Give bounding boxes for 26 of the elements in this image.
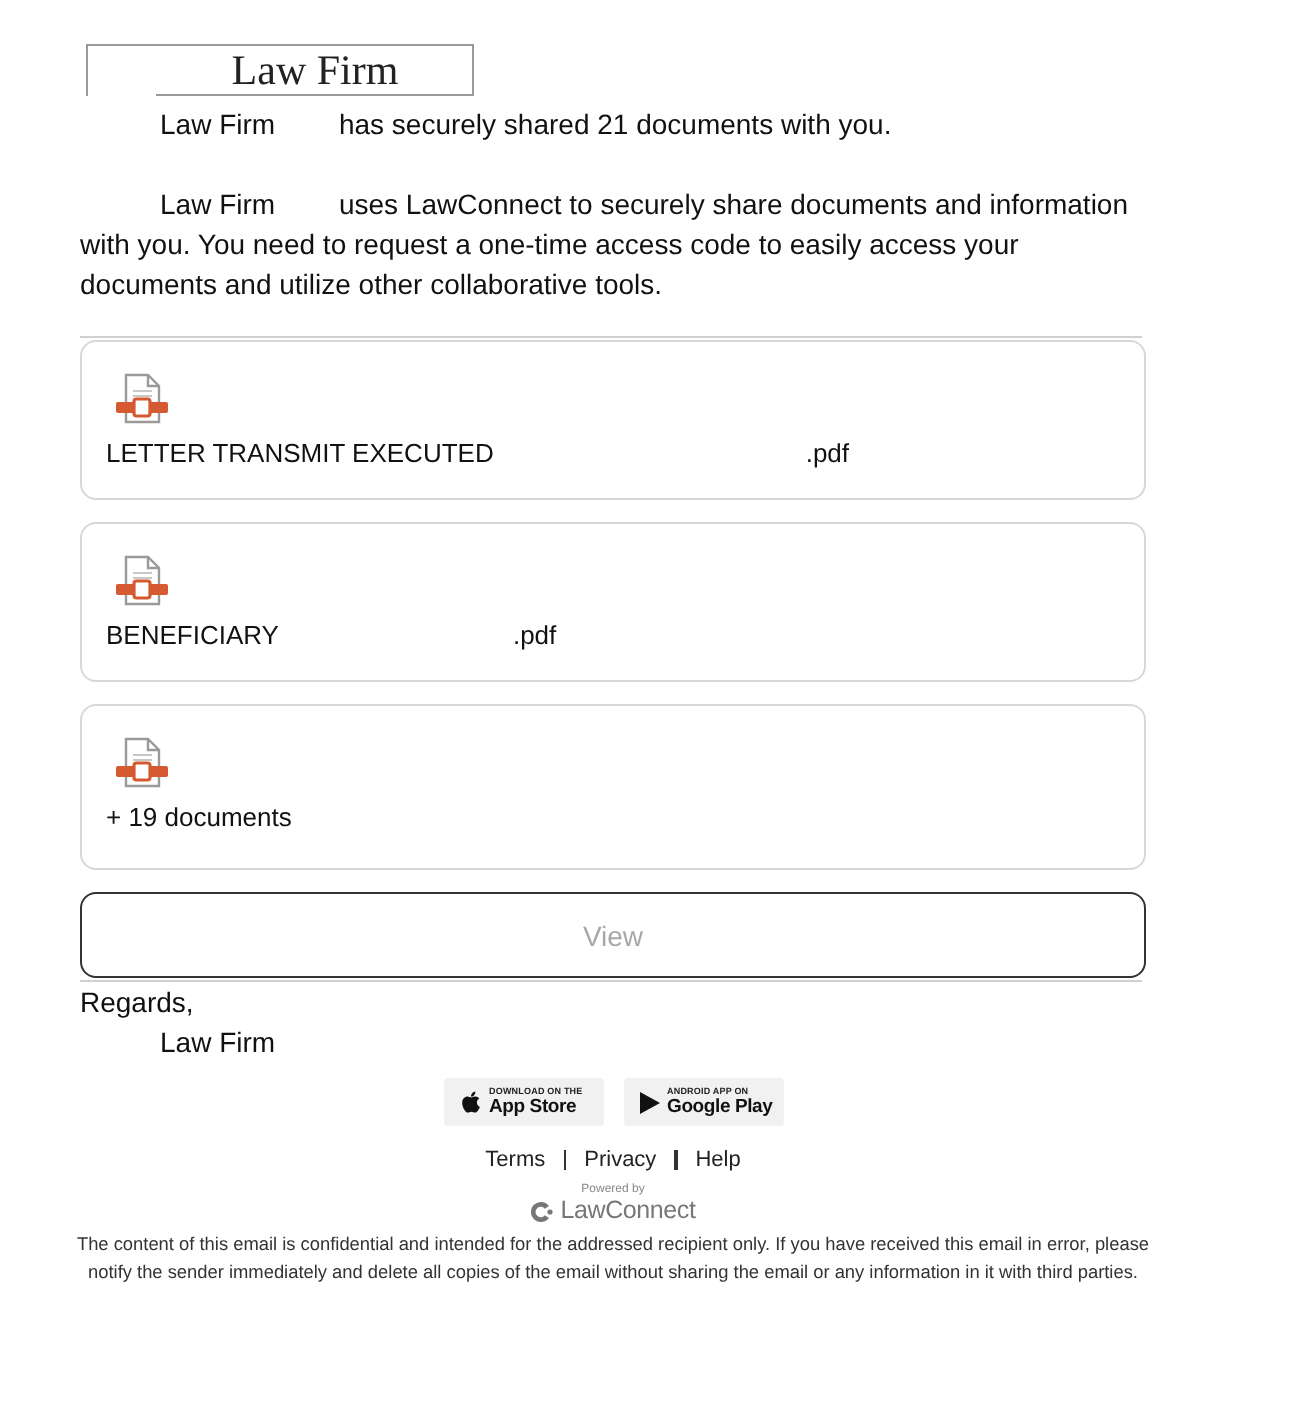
- file-name: BENEFICIARY: [106, 618, 279, 654]
- disclaimer-text: The content of this email is confidential and intended for the addressed recipient only. If you have received this email in error, please notify the sender immediately and delete all copies of the email without sharing the email or any information in it with third parties.: [74, 1232, 1152, 1286]
- file-name: LETTER TRANSMIT EXECUTED: [106, 436, 494, 472]
- document-icon: [114, 734, 170, 790]
- description-paragraph: Law Firm uses LawConnect to securely share documents and information with you. You need to request a one-time access code to easily access your documents and utilize other collaborative tools.: [80, 186, 1131, 304]
- badge-label: Google Play: [667, 1098, 773, 1117]
- file-extension: .pdf: [512, 618, 557, 654]
- document-icon: [114, 370, 170, 426]
- lawconnect-logo-icon: [530, 1199, 555, 1223]
- firm-title: Law Firm: [156, 46, 474, 96]
- footer-link[interactable]: Help: [695, 1148, 741, 1172]
- document-card[interactable]: LETTER TRANSMIT EXECUTED .pdf: [80, 340, 1146, 500]
- file-extension: .pdf: [805, 436, 850, 472]
- closing-text: Regards,: [80, 984, 196, 1022]
- document-icon: [114, 552, 170, 608]
- more-documents-text: + 19 documents: [106, 800, 292, 836]
- brand-name: LawConnect: [560, 1198, 696, 1224]
- signature-text: Law Firm: [158, 1024, 278, 1062]
- play-icon: [639, 1091, 659, 1113]
- more-documents-card[interactable]: + 19 documents: [80, 704, 1146, 870]
- footer-link[interactable]: Privacy: [584, 1148, 657, 1172]
- apple-icon: [459, 1090, 481, 1114]
- badge-label: App Store: [489, 1098, 579, 1117]
- share-message: Law Firm has securely shared 21 documents with you.: [158, 106, 894, 144]
- document-card[interactable]: BENEFICIARY .pdf: [80, 522, 1146, 682]
- footer-link[interactable]: Terms: [485, 1148, 546, 1172]
